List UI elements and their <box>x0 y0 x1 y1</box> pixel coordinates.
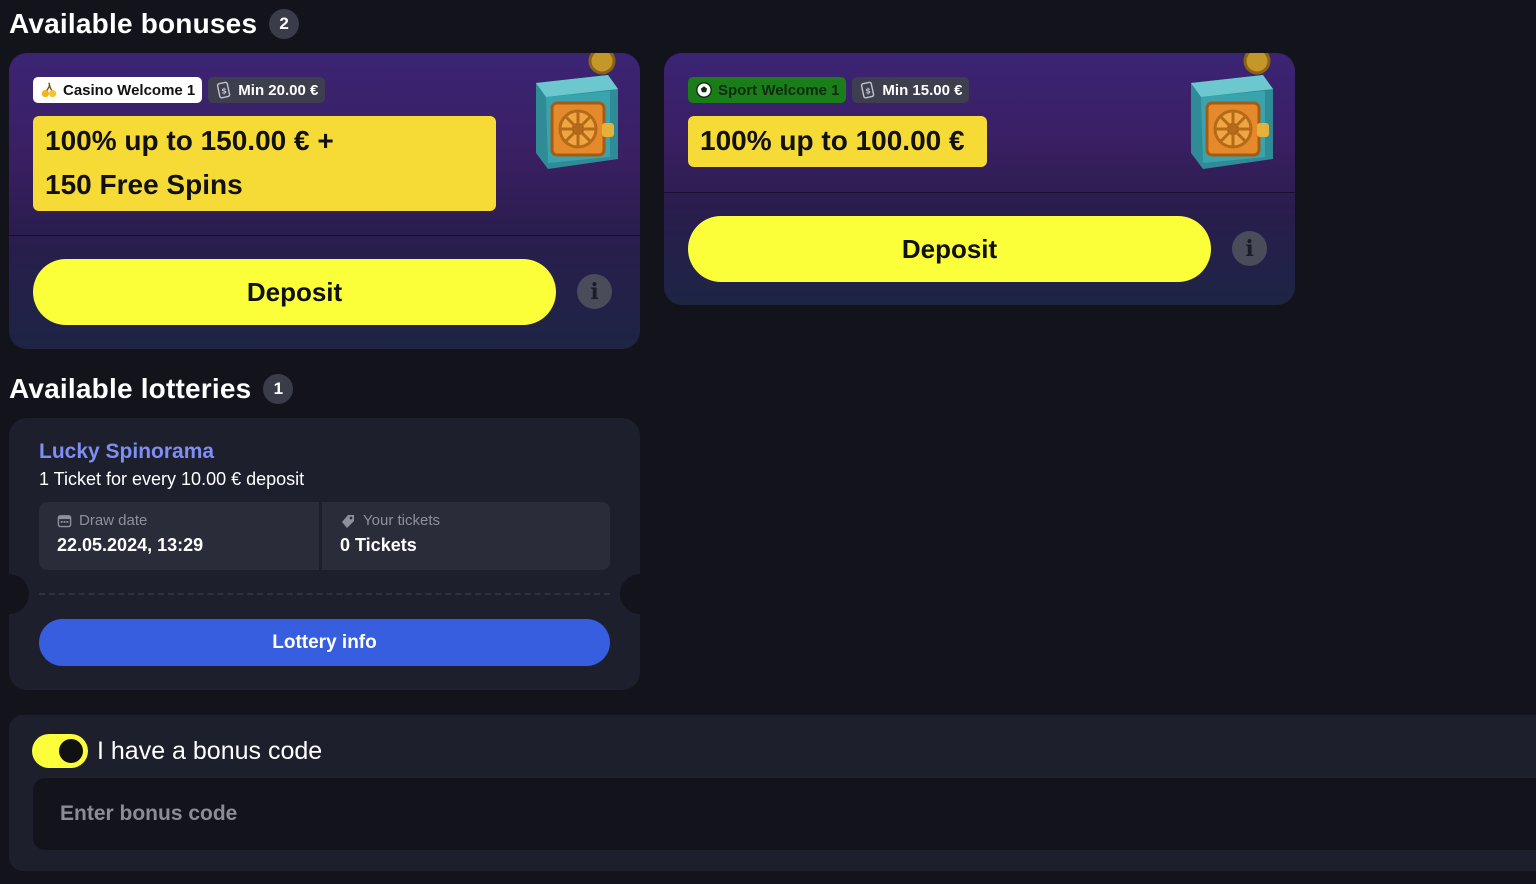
bonuses-heading: Available bonuses 2 <box>9 8 300 40</box>
lottery-info-button[interactable]: Lottery info <box>39 619 610 666</box>
lottery-stats: Draw date 22.05.2024, 13:29 Your tickets… <box>39 502 610 570</box>
info-icon[interactable]: i <box>577 274 612 309</box>
draw-date-label: Draw date <box>79 512 148 529</box>
tickets-stat: Your tickets 0 Tickets <box>322 502 610 570</box>
ticket-notch-right <box>620 574 660 614</box>
lotteries-count-badge: 1 <box>263 374 294 404</box>
bonus-card-casino: Casino Welcome 1 $ Min 20.00 € 100% up t… <box>9 53 640 349</box>
tickets-label-row: Your tickets <box>340 512 592 529</box>
deposit-button[interactable]: Deposit <box>688 216 1211 282</box>
bonus-code-input[interactable] <box>33 778 1536 850</box>
min-deposit-label: Min 20.00 € <box>238 81 319 99</box>
calendar-icon <box>57 515 72 528</box>
min-deposit-label: Min 15.00 € <box>882 81 963 99</box>
ticket-icon <box>342 514 354 528</box>
bonus-card-header: Casino Welcome 1 $ Min 20.00 € 100% up t… <box>9 53 640 236</box>
bonus-offer: 100% up to 150.00 € + 150 Free Spins <box>33 116 496 211</box>
treasure-safe-icon <box>1191 53 1273 169</box>
info-icon[interactable]: i <box>1232 231 1267 266</box>
lotteries-title: Available lotteries <box>9 373 252 404</box>
money-icon: $ <box>861 81 875 99</box>
bonus-type-tag: Sport Welcome 1 <box>688 77 847 103</box>
bonus-type-label: Sport Welcome 1 <box>718 81 840 99</box>
money-icon: $ <box>217 81 231 99</box>
bonus-type-label: Casino Welcome 1 <box>63 81 196 99</box>
bonus-offer-line2: 150 Free Spins <box>45 169 243 200</box>
cherries-icon <box>41 82 57 98</box>
bonuses-count-badge: 2 <box>269 9 300 39</box>
bonus-card-sport: Sport Welcome 1 $ Min 15.00 € 100% up to… <box>664 53 1295 305</box>
tickets-value: 0 Tickets <box>340 535 417 555</box>
bonus-type-tag: Casino Welcome 1 <box>33 77 203 103</box>
lotteries-heading: Available lotteries 1 <box>9 373 294 405</box>
soccer-ball-icon <box>696 82 712 98</box>
svg-text:$: $ <box>866 86 872 96</box>
bonus-code-toggle-label[interactable]: I have a bonus code <box>97 737 322 766</box>
min-deposit-tag: $ Min 15.00 € <box>852 77 970 103</box>
ticket-notch-left <box>0 574 29 614</box>
tickets-label: Your tickets <box>363 512 440 529</box>
bonus-card-header: Sport Welcome 1 $ Min 15.00 € 100% up to… <box>664 53 1295 193</box>
ticket-divider <box>39 593 610 595</box>
deposit-button[interactable]: Deposit <box>33 259 556 325</box>
draw-date-label-row: Draw date <box>57 512 301 529</box>
bonus-code-toggle[interactable] <box>32 734 88 768</box>
treasure-safe-icon <box>536 53 618 169</box>
bonus-code-panel: I have a bonus code <box>9 715 1536 871</box>
draw-date-value: 22.05.2024, 13:29 <box>57 535 204 555</box>
draw-date-stat: Draw date 22.05.2024, 13:29 <box>39 502 319 570</box>
bonus-tags: Sport Welcome 1 $ Min 15.00 € <box>688 77 970 103</box>
svg-text:$: $ <box>222 86 228 96</box>
bonus-offer: 100% up to 100.00 € <box>688 116 987 167</box>
lottery-description: 1 Ticket for every 10.00 € deposit <box>39 469 305 489</box>
lottery-name[interactable]: Lucky Spinorama <box>39 440 214 464</box>
min-deposit-tag: $ Min 20.00 € <box>208 77 326 103</box>
bonuses-title: Available bonuses <box>9 8 258 39</box>
bonus-offer-line1: 100% up to 100.00 € <box>700 125 965 156</box>
bonus-tags: Casino Welcome 1 $ Min 20.00 € <box>33 77 326 103</box>
toggle-knob <box>59 739 83 763</box>
lottery-card: Lucky Spinorama 1 Ticket for every 10.00… <box>0 418 660 690</box>
bonus-offer-line1: 100% up to 150.00 € + <box>45 125 334 156</box>
